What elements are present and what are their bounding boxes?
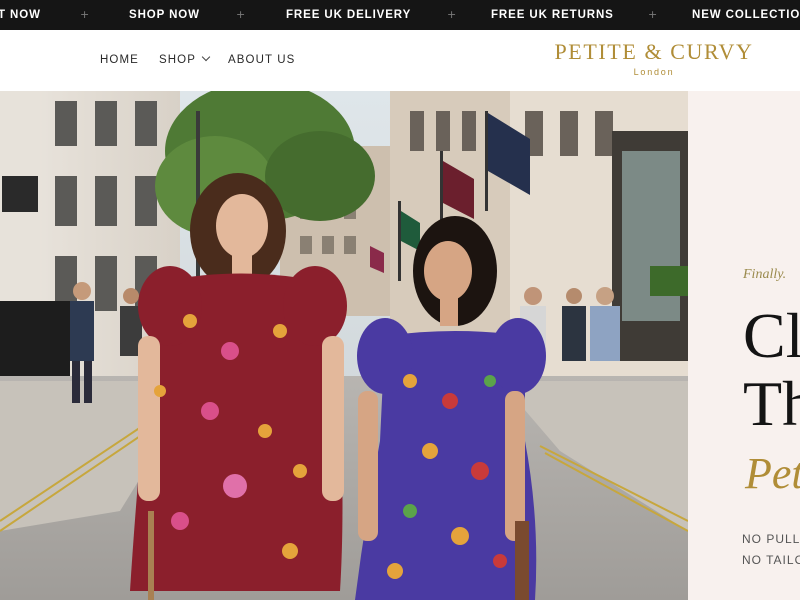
logo-location: London [633, 67, 675, 77]
chevron-down-icon [201, 52, 211, 62]
site-header: HOME SHOP ABOUT US PETITE & CURVY London [0, 30, 800, 91]
nav-about-link[interactable]: ABOUT US [228, 30, 295, 91]
hero-headline-line1: Cl [743, 300, 800, 371]
plus-icon: + [236, 8, 246, 21]
announcement-item[interactable]: FREE UK RETURNS [491, 0, 614, 30]
hero-eyebrow: Finally. [743, 267, 787, 282]
plus-icon: + [80, 8, 90, 21]
plus-icon: + [447, 8, 457, 21]
announcement-item[interactable]: SHOP NOW [129, 0, 200, 30]
hero-image [0, 91, 688, 600]
nav-home-link[interactable]: HOME [100, 30, 139, 91]
hero-headline-line2: Th [743, 368, 800, 439]
announcement-item[interactable]: T NOW [0, 0, 41, 30]
logo-name: PETITE & CURVY [554, 39, 754, 64]
plus-icon: + [648, 8, 658, 21]
announcement-item[interactable]: FREE UK DELIVERY [286, 0, 411, 30]
hero-feature: NO PULLI [742, 532, 800, 546]
nav-shop-link[interactable]: SHOP [159, 30, 211, 91]
hero-feature: NO TAILO [742, 553, 800, 567]
announcement-item[interactable]: NEW COLLECTION [692, 0, 800, 30]
nav-shop-label: SHOP [159, 54, 196, 66]
hero-headline-italic: Pet [745, 449, 800, 498]
hero-section: Finally. Cl Th Pet NO PULLI NO TAILO [0, 91, 800, 600]
brand-logo[interactable]: PETITE & CURVY London [548, 39, 760, 77]
hero-text-panel: Finally. Cl Th Pet NO PULLI NO TAILO [688, 91, 800, 600]
announcement-bar: T NOW + SHOP NOW + FREE UK DELIVERY + FR… [0, 0, 800, 30]
